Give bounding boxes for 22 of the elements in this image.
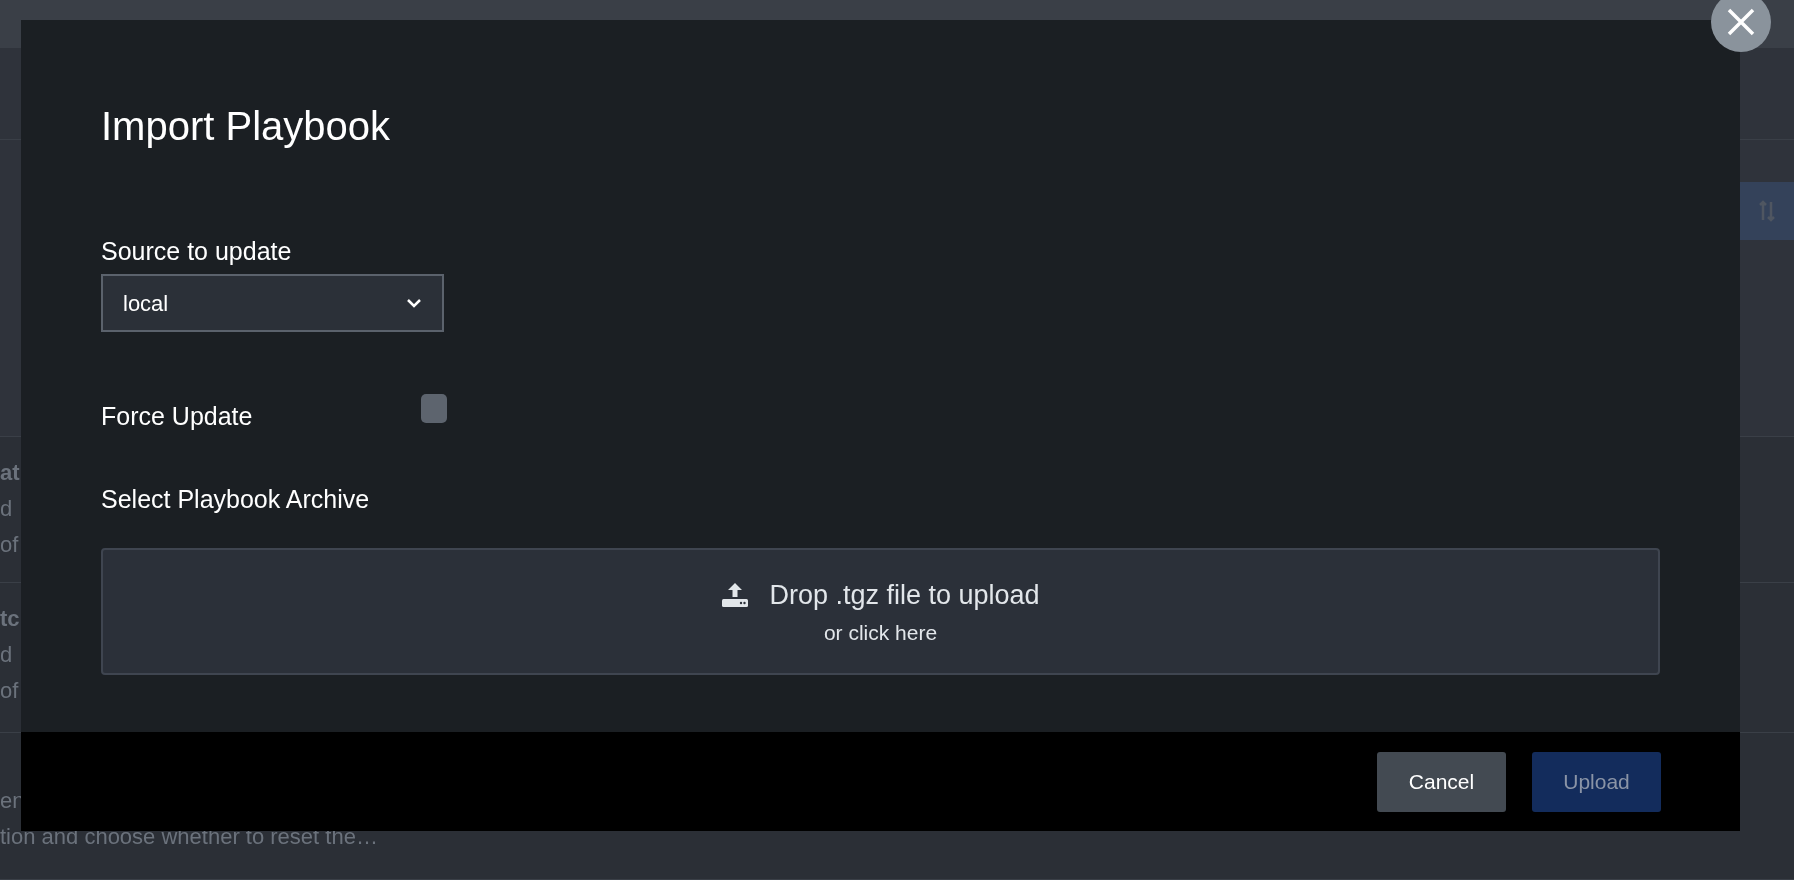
checkbox-label: Force Update (101, 404, 254, 429)
row-description: of (0, 679, 19, 703)
row-description: tion and choose whether to reset the… (0, 825, 378, 849)
chevron-down-icon (406, 298, 422, 308)
dropzone-text: Drop .tgz file to upload (769, 578, 1040, 612)
sort-button[interactable] (1740, 182, 1794, 240)
sort-icon (1759, 200, 1775, 222)
upload-dropzone[interactable]: Drop .tgz file to upload or click here (101, 548, 1660, 675)
row-title: at (0, 461, 20, 485)
source-select[interactable]: local (101, 274, 444, 332)
dialog-title: Import Playbook (101, 106, 392, 146)
field-label: Source to update (101, 239, 293, 264)
row-title: tc (0, 607, 20, 631)
force-update-checkbox[interactable] (421, 394, 447, 423)
row-description: d (0, 497, 13, 521)
upload-icon (721, 581, 750, 608)
close-icon (1726, 7, 1756, 37)
row-description: of (0, 533, 19, 557)
field-label: Select Playbook Archive (101, 487, 371, 512)
row-description: d (0, 643, 13, 667)
dropzone-hint: or click here (823, 620, 938, 646)
cancel-button[interactable]: Cancel (1377, 751, 1506, 812)
